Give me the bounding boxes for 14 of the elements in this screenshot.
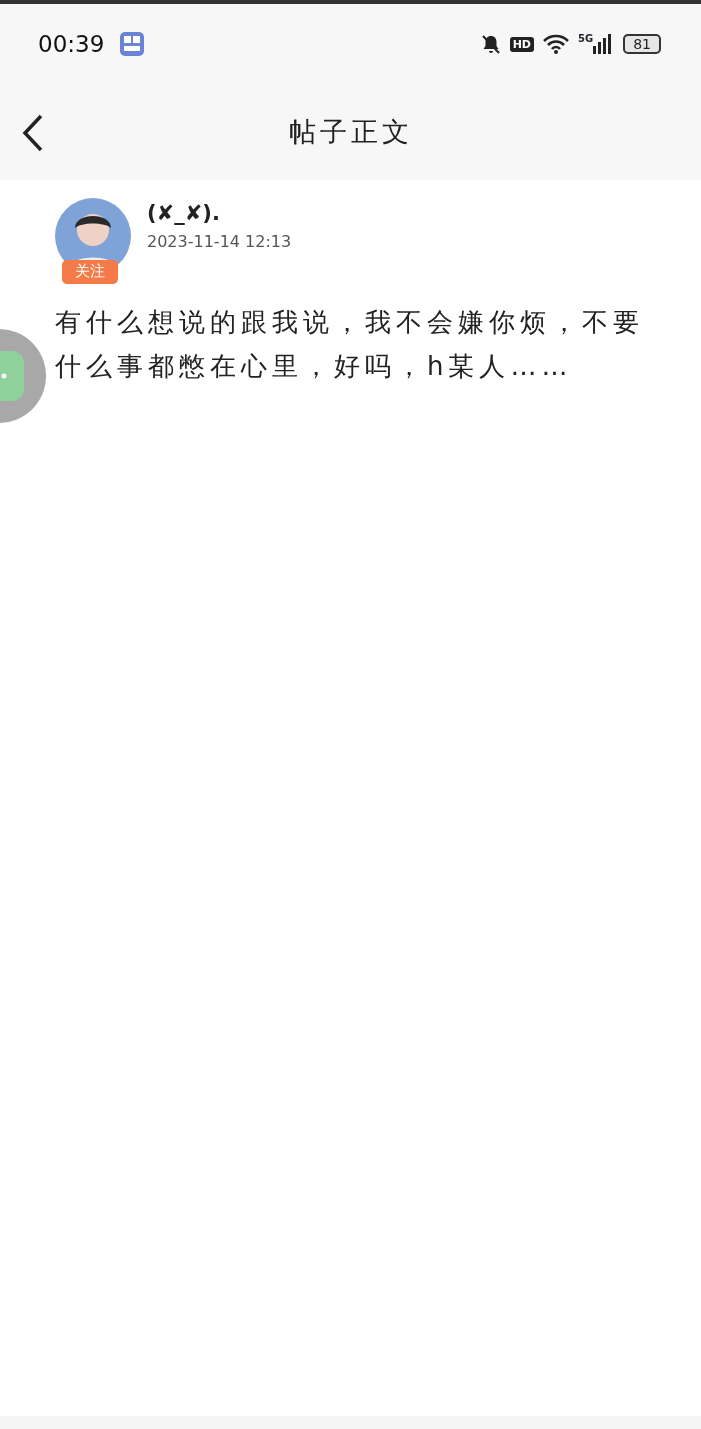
hd-indicator: HD xyxy=(509,36,534,52)
author-name: (✘_✘). xyxy=(147,200,221,227)
follow-button[interactable]: 关注 xyxy=(62,260,118,284)
post-time: 2023-11-14 12:13 xyxy=(147,230,292,253)
bell-muted-icon xyxy=(479,33,502,55)
page-title: 帖子正文 xyxy=(288,114,413,149)
post-text: 有什么想说的跟我说，我不会嫌你烦，不要什么事都憋在心里，好吗，h某人…… xyxy=(55,306,645,383)
app-icon xyxy=(120,32,145,56)
wifi-icon xyxy=(542,33,570,55)
network-type: 5G xyxy=(578,34,594,44)
status-time: 00:39 xyxy=(38,29,105,59)
battery-level: 81 xyxy=(623,34,661,54)
back-icon xyxy=(22,114,44,152)
signal-icon xyxy=(593,34,612,54)
